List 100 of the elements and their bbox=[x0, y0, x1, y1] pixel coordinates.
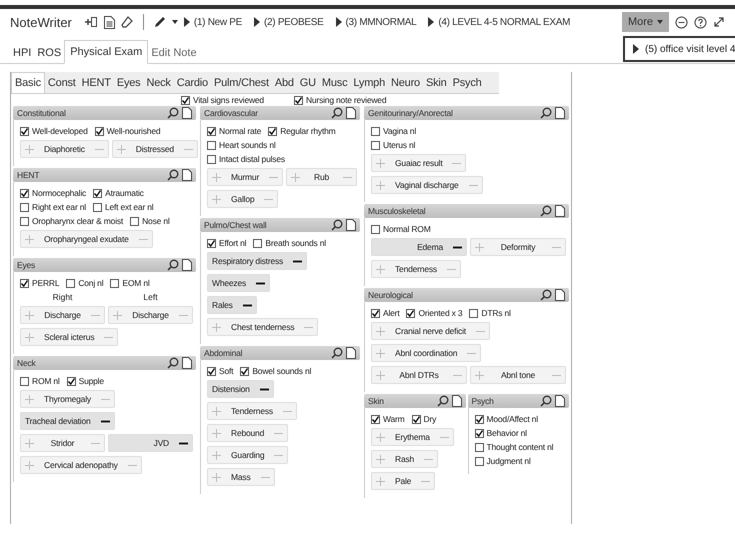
checkbox[interactable] bbox=[66, 376, 76, 386]
checkbox-label[interactable]: Heart sounds nl bbox=[219, 140, 276, 150]
finding-toggle[interactable]: Rebound bbox=[207, 424, 288, 442]
checkbox[interactable] bbox=[412, 414, 421, 424]
finding-toggle[interactable]: Abnl DTRs bbox=[371, 366, 467, 384]
quick-note-link[interactable]: (4) LEVEL 4-5 NORMAL EXAM bbox=[428, 16, 570, 28]
finding-toggle[interactable]: Distressed bbox=[112, 140, 198, 158]
checkbox-label[interactable]: Dry bbox=[424, 414, 436, 424]
checkbox-label[interactable]: Atraumatic bbox=[105, 188, 144, 198]
finding-toggle[interactable]: Rales bbox=[207, 296, 257, 314]
finding-toggle[interactable]: Erythema bbox=[371, 428, 454, 446]
checkbox[interactable] bbox=[371, 414, 380, 424]
finding-toggle[interactable]: Vaginal discharge bbox=[371, 176, 483, 194]
quick-note-link[interactable]: (2) PEOBESE bbox=[254, 16, 324, 28]
finding-toggle[interactable]: JVD bbox=[108, 434, 193, 452]
checkbox[interactable] bbox=[207, 154, 216, 164]
finding-toggle[interactable]: Oropharyngeal exudate bbox=[20, 230, 153, 248]
quick-note-popup[interactable]: (5) office visit level 4 bbox=[623, 36, 735, 62]
finding-toggle[interactable]: Stridor bbox=[20, 434, 105, 452]
checkbox[interactable] bbox=[474, 456, 484, 466]
checkbox[interactable] bbox=[66, 278, 76, 288]
search-icon[interactable] bbox=[540, 107, 552, 119]
tab[interactable]: Edit Note bbox=[148, 43, 200, 63]
checkbox-label[interactable]: Right ext ear nl bbox=[32, 202, 86, 212]
checkbox-label[interactable]: Well-developed bbox=[32, 126, 88, 136]
checkbox[interactable] bbox=[94, 126, 104, 136]
checkbox[interactable] bbox=[371, 224, 380, 234]
finding-toggle[interactable]: Diaphoretic bbox=[20, 140, 109, 158]
checkbox-label[interactable]: Effort nl bbox=[219, 238, 246, 248]
finding-toggle[interactable]: Tracheal deviation bbox=[20, 412, 115, 430]
search-icon[interactable] bbox=[331, 219, 343, 231]
caret-icon[interactable] bbox=[172, 20, 178, 24]
search-icon[interactable] bbox=[331, 107, 343, 119]
checkbox[interactable] bbox=[20, 278, 29, 288]
checkbox-label[interactable]: Intact distal pulses bbox=[219, 154, 285, 164]
checkbox-label[interactable]: Alert bbox=[383, 308, 400, 318]
checkbox-label[interactable]: Well-nourished bbox=[106, 126, 160, 136]
quick-note-link[interactable]: (3) MMNORMAL bbox=[336, 16, 416, 28]
checkbox[interactable] bbox=[20, 126, 29, 136]
checkbox[interactable] bbox=[207, 140, 216, 150]
search-icon[interactable] bbox=[436, 395, 448, 407]
finding-toggle[interactable]: Tenderness bbox=[371, 260, 461, 278]
checkbox-label[interactable]: DTRs nl bbox=[481, 308, 511, 318]
checkbox-label[interactable]: Soft bbox=[219, 366, 234, 376]
help-icon[interactable] bbox=[694, 16, 707, 28]
finding-toggle[interactable]: Murmur bbox=[207, 168, 284, 186]
checkbox[interactable] bbox=[268, 126, 278, 136]
checkbox-label[interactable]: Vagina nl bbox=[383, 126, 416, 136]
checkbox[interactable] bbox=[371, 308, 380, 318]
finding-toggle[interactable]: Rash bbox=[371, 450, 438, 468]
checkbox-label[interactable]: PERRL bbox=[32, 278, 60, 288]
checkbox-label[interactable]: Normocephalic bbox=[32, 188, 86, 198]
tab[interactable]: HPI bbox=[10, 43, 34, 63]
eraser-icon[interactable] bbox=[120, 16, 133, 28]
document-icon[interactable] bbox=[555, 107, 565, 119]
checkbox[interactable] bbox=[20, 188, 29, 198]
checkbox[interactable] bbox=[130, 216, 140, 226]
finding-toggle[interactable]: Scleral icterus bbox=[20, 328, 118, 346]
document-icon[interactable] bbox=[452, 395, 462, 407]
checkbox[interactable] bbox=[93, 188, 102, 198]
document-icon[interactable] bbox=[555, 395, 565, 407]
checkbox[interactable] bbox=[181, 96, 190, 104]
checkbox[interactable] bbox=[474, 428, 484, 438]
document-icon[interactable] bbox=[182, 169, 192, 181]
add-note-icon[interactable] bbox=[84, 16, 98, 28]
checkbox[interactable] bbox=[469, 308, 478, 318]
search-icon[interactable] bbox=[331, 347, 343, 359]
checkbox-label[interactable]: Thought content nl bbox=[486, 442, 554, 452]
finding-toggle[interactable]: Chest tenderness bbox=[207, 318, 318, 336]
checkbox-label[interactable]: Supple bbox=[78, 376, 104, 386]
finding-toggle[interactable]: Edema bbox=[371, 238, 467, 256]
finding-toggle[interactable]: Abnl coordination bbox=[371, 344, 482, 362]
document-icon[interactable] bbox=[346, 219, 356, 231]
search-icon[interactable] bbox=[540, 205, 552, 217]
finding-toggle[interactable]: Gallop bbox=[207, 190, 278, 208]
document-icon[interactable] bbox=[182, 259, 192, 271]
checkbox-label[interactable]: Regular rhythm bbox=[280, 126, 336, 136]
search-icon[interactable] bbox=[167, 107, 179, 119]
finding-toggle[interactable]: Cervical adenopathy bbox=[20, 456, 142, 474]
search-icon[interactable] bbox=[540, 289, 552, 301]
checkbox-label[interactable]: Behavior nl bbox=[486, 428, 527, 438]
checkbox-label[interactable]: Nursing note reviewed bbox=[306, 95, 386, 105]
document-icon[interactable] bbox=[555, 205, 565, 217]
checkbox-label[interactable]: Judgment nl bbox=[486, 456, 531, 466]
checkbox[interactable] bbox=[207, 126, 216, 136]
checkbox-label[interactable]: Uterus nl bbox=[383, 140, 416, 150]
finding-toggle[interactable]: Discharge bbox=[20, 306, 105, 324]
checkbox[interactable] bbox=[110, 278, 120, 288]
finding-toggle[interactable]: Wheezes bbox=[207, 274, 270, 292]
finding-toggle[interactable]: Discharge bbox=[108, 306, 193, 324]
checkbox[interactable] bbox=[20, 216, 29, 226]
checkbox-label[interactable]: EOM nl bbox=[122, 278, 150, 288]
search-icon[interactable] bbox=[167, 357, 179, 369]
document-icon[interactable] bbox=[555, 289, 565, 301]
checkbox[interactable] bbox=[20, 202, 29, 212]
document-icon[interactable] bbox=[182, 357, 192, 369]
options-icon[interactable] bbox=[675, 16, 688, 28]
more-button[interactable]: More bbox=[622, 12, 669, 32]
document-icon[interactable] bbox=[182, 107, 192, 119]
search-icon[interactable] bbox=[167, 259, 179, 271]
